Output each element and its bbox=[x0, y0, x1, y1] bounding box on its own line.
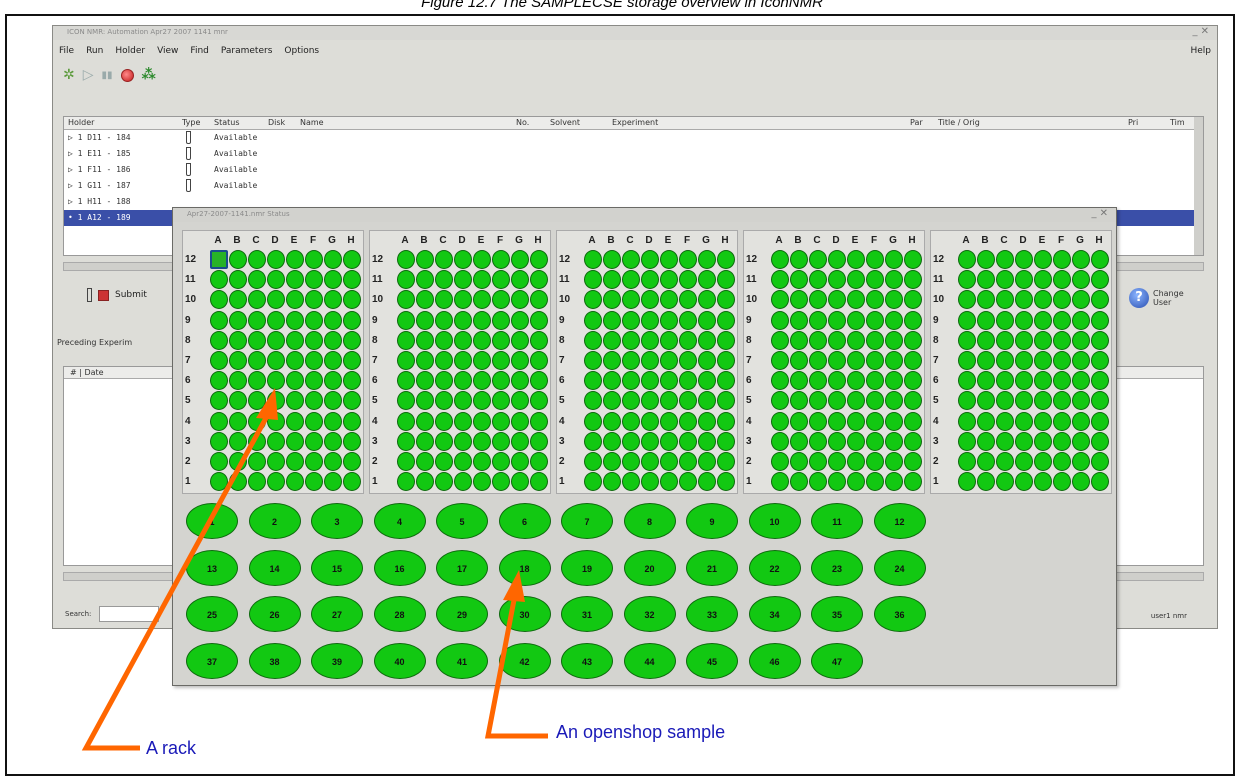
rack-arrowhead bbox=[256, 388, 278, 420]
openshop-arrow bbox=[484, 599, 548, 739]
openshop-annotation: An openshop sample bbox=[556, 722, 726, 742]
page: { "caption": "Figure 12.7 The SAMPLECSE … bbox=[0, 0, 1244, 780]
rack-arrow bbox=[81, 416, 269, 751]
rack-annotation: A rack bbox=[146, 738, 197, 758]
openshop-arrowhead bbox=[503, 570, 525, 602]
annotation-arrows bbox=[81, 388, 548, 751]
